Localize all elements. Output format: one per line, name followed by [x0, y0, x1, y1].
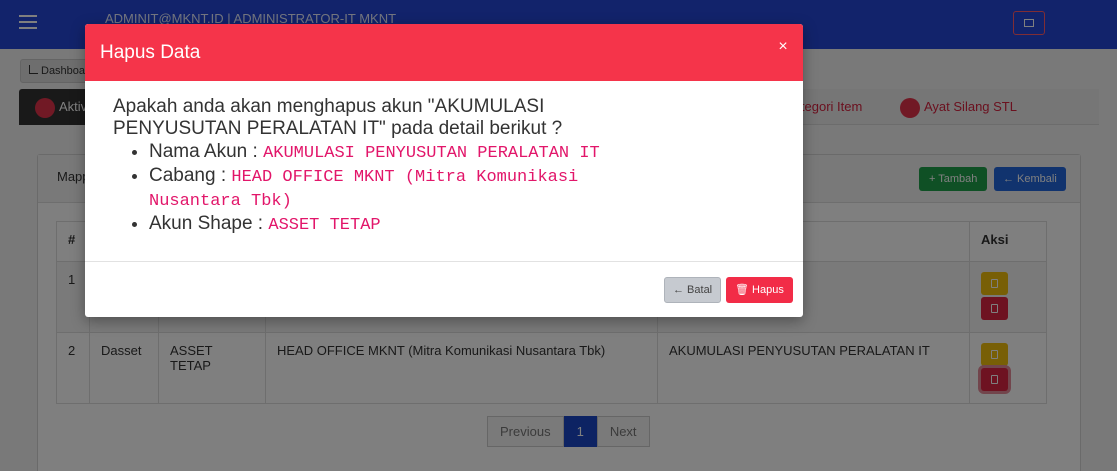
detail-list: Nama Akun : AKUMULASI PENYUSUTAN PERALAT… — [113, 141, 775, 237]
list-item: Akun Shape : ASSET TETAP — [149, 213, 775, 237]
detail-value: ASSET TETAP — [268, 216, 381, 235]
delete-confirm-modal: Hapus Data × Apakah anda akan menghapus … — [85, 24, 803, 317]
modal-header: Hapus Data × — [85, 24, 803, 81]
detail-label: Nama Akun : — [149, 141, 264, 162]
cancel-button[interactable]: ← Batal — [664, 277, 722, 303]
list-item: Nama Akun : AKUMULASI PENYUSUTAN PERALAT… — [149, 141, 775, 165]
modal-title: Hapus Data — [100, 42, 201, 63]
close-icon[interactable]: × — [775, 38, 791, 56]
confirm-delete-button[interactable]: 🗑 Hapus — [726, 277, 793, 303]
modal-footer: ← Batal 🗑 Hapus — [85, 262, 803, 317]
detail-label: Cabang : — [149, 165, 232, 186]
list-item: Cabang : HEAD OFFICE MKNT (Mitra Komunik… — [149, 165, 619, 213]
detail-label: Akun Shape : — [149, 213, 269, 234]
detail-value: AKUMULASI PENYUSUTAN PERALATAN IT — [263, 144, 600, 163]
confirm-question: Apakah anda akan menghapus akun "AKUMULA… — [113, 96, 563, 139]
modal-body: Apakah anda akan menghapus akun "AKUMULA… — [85, 81, 803, 262]
